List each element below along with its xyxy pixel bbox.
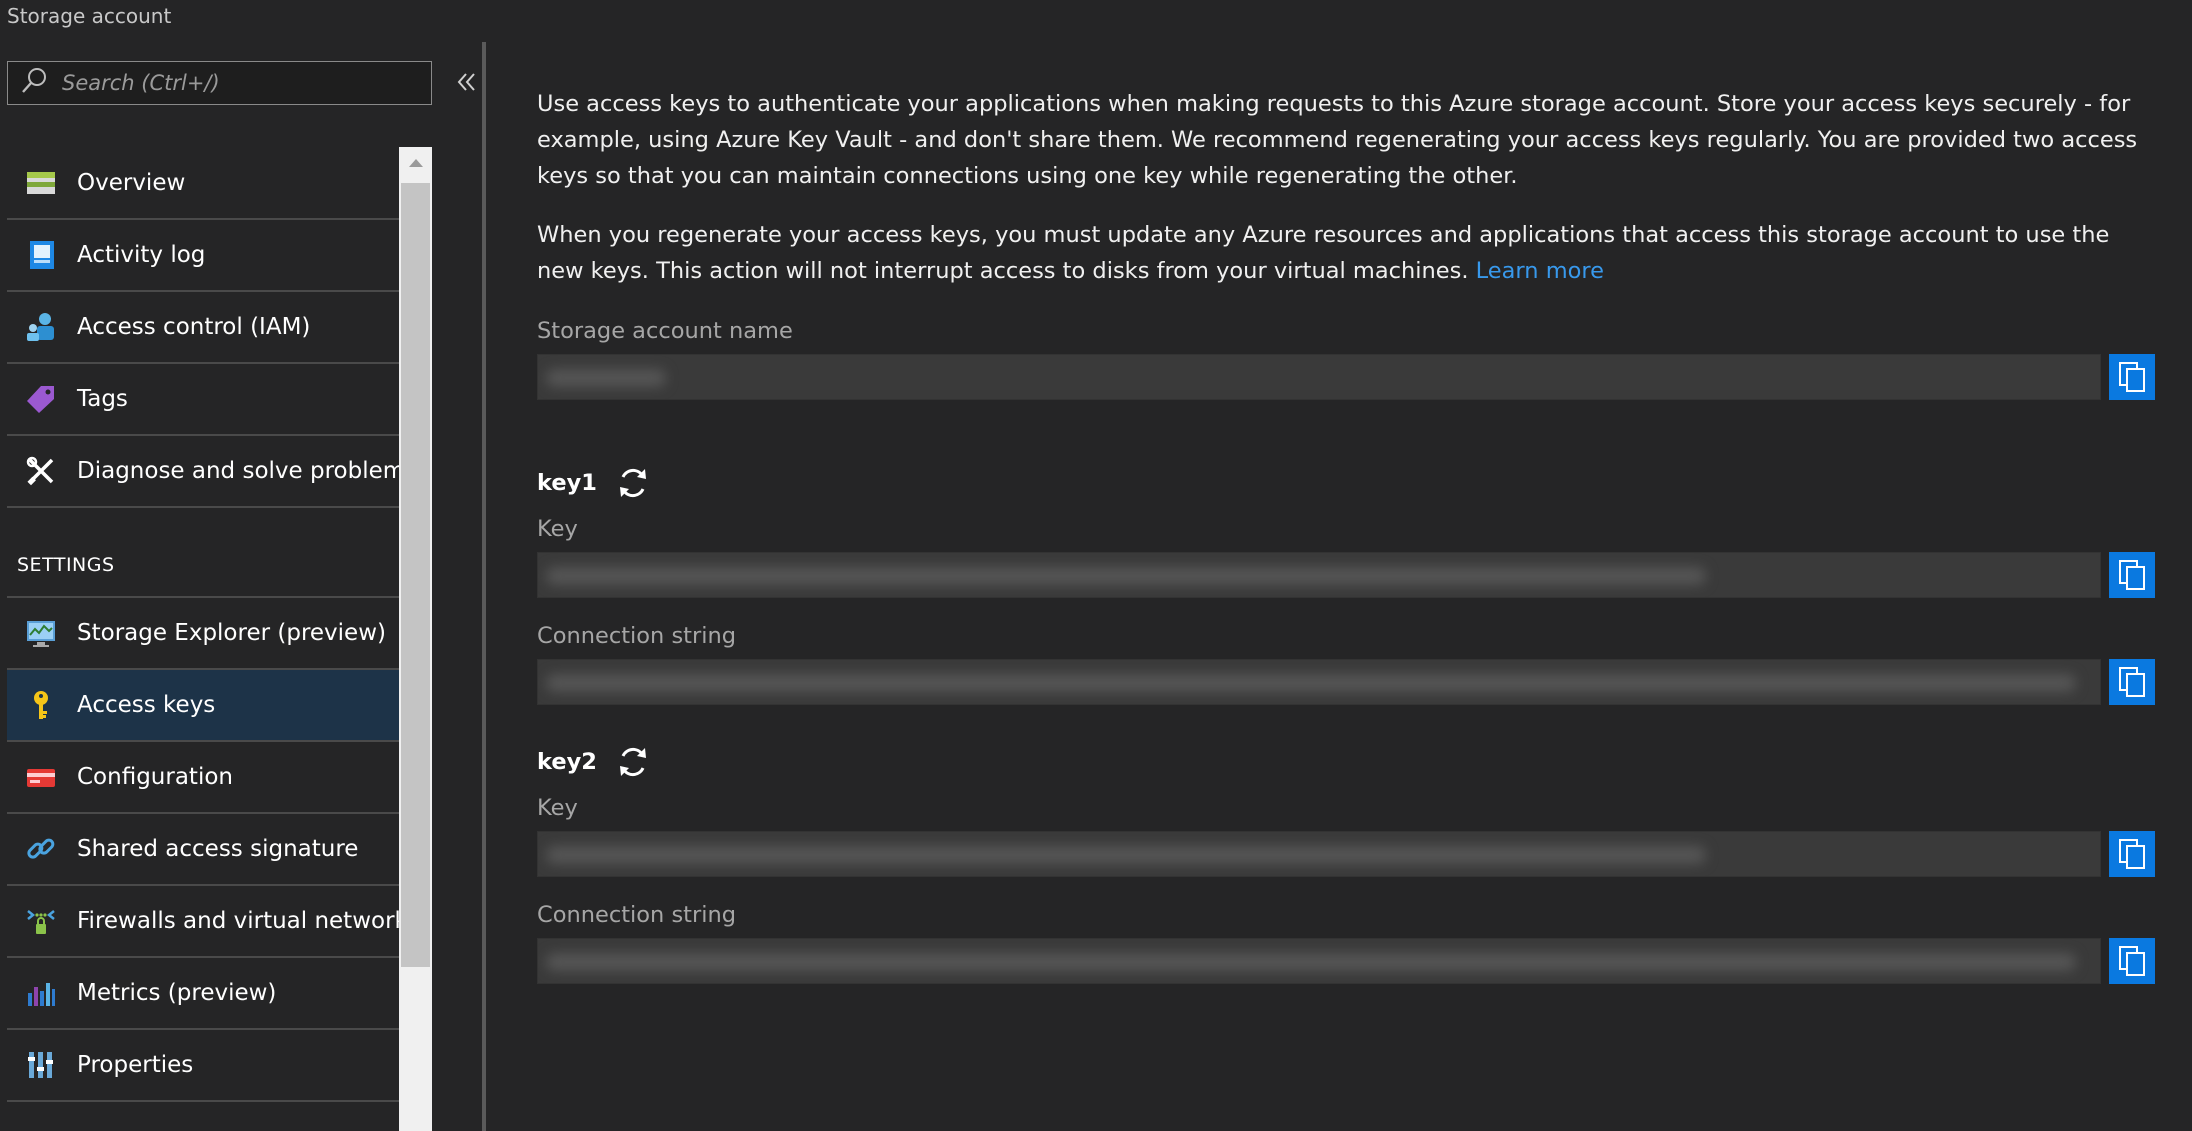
copy-icon [2119,946,2145,976]
firewall-icon [25,905,57,937]
key1-key-field[interactable] [537,552,2101,598]
menu-item-configuration[interactable]: Configuration [7,742,399,814]
resource-type-subtitle: Storage account [7,4,172,28]
key-icon [25,689,57,721]
copy-key2-button[interactable] [2109,831,2155,877]
tag-icon [25,383,57,415]
copy-key1-connection-button[interactable] [2109,659,2155,705]
menu-item-label: Storage Explorer (preview) [77,620,386,646]
redacted-value [546,953,2076,971]
iam-icon [25,311,57,343]
menu-item-label: Access control (IAM) [77,314,311,340]
storage-account-name-row [537,354,2155,400]
menu-item-label: Diagnose and solve problems [77,458,418,484]
key1-key-label: Key [537,516,578,542]
copy-icon [2119,667,2145,697]
storage-explorer-icon [25,617,57,649]
menu-item-access-control[interactable]: Access control (IAM) [7,292,399,364]
regenerate-key1-icon[interactable] [615,465,651,501]
copy-account-name-button[interactable] [2109,354,2155,400]
menu-item-label: Shared access signature [77,836,359,862]
menu-item-label: Overview [77,170,186,196]
menu-item-label: Firewalls and virtual networks [77,908,420,934]
copy-icon [2119,362,2145,392]
menu-item-properties[interactable]: Properties [7,1030,399,1102]
menu-item-label: Metrics (preview) [77,980,277,1006]
menu-item-label: Access keys [77,692,216,718]
copy-icon [2119,839,2145,869]
scroll-up-arrow-icon[interactable] [399,147,432,179]
regenerate-key2-icon[interactable] [615,744,651,780]
configuration-icon [25,761,57,793]
link-icon [25,833,57,865]
menu-item-diagnose[interactable]: Diagnose and solve problems [7,436,417,508]
menu-item-overview[interactable]: Overview [7,148,399,220]
search-input[interactable] [62,71,422,95]
redacted-value [546,846,1706,864]
key1-connection-field[interactable] [537,659,2101,705]
storage-account-name-field[interactable] [537,354,2101,400]
double-chevron-left-icon [457,73,475,91]
access-keys-content: Use access keys to authenticate your app… [537,86,2155,984]
collapse-menu-button[interactable] [452,66,482,98]
menu-item-tags[interactable]: Tags [7,364,399,436]
copy-key1-button[interactable] [2109,552,2155,598]
settings-section-heading: SETTINGS [7,508,399,598]
menu-item-label: Activity log [77,242,206,268]
key2-header: key2 [537,741,2155,783]
intro-text: Use access keys to authenticate your app… [537,91,2138,189]
storage-account-name-label: Storage account name [537,318,793,344]
menu-item-label: Tags [77,386,128,412]
scrollbar-thumb[interactable] [401,183,430,967]
regenerate-note: When you regenerate your access keys, yo… [537,217,2155,289]
menu-scrollbar[interactable] [399,147,432,1131]
overview-icon [25,167,57,199]
redacted-value [546,674,2076,692]
menu-item-activity-log[interactable]: Activity log [7,220,399,292]
search-box[interactable] [7,61,432,105]
key1-header: key1 [537,462,2155,504]
blade-divider [482,42,486,1131]
key2-title: key2 [537,749,597,775]
menu-item-metrics[interactable]: Metrics (preview) [7,958,399,1030]
activity-log-icon [25,239,57,271]
search-icon [18,65,50,101]
key2-connection-field[interactable] [537,938,2101,984]
menu-item-shared-access-signature[interactable]: Shared access signature [7,814,399,886]
key2-key-row [537,831,2155,877]
resource-menu: Overview Activity log Access control (IA… [7,148,420,1102]
key2-connection-row [537,938,2155,984]
menu-item-access-keys[interactable]: Access keys [7,670,399,742]
metrics-icon [25,977,57,1009]
wrench-icon [25,455,57,487]
key1-title: key1 [537,470,597,496]
key2-key-field[interactable] [537,831,2101,877]
redacted-value [546,369,666,387]
menu-item-firewalls[interactable]: Firewalls and virtual networks [7,886,420,958]
key1-connection-label: Connection string [537,623,737,649]
copy-key2-connection-button[interactable] [2109,938,2155,984]
menu-item-storage-explorer[interactable]: Storage Explorer (preview) [7,598,399,670]
copy-icon [2119,560,2145,590]
key2-connection-label: Connection string [537,902,737,928]
key1-key-row [537,552,2155,598]
key1-connection-row [537,659,2155,705]
learn-more-link[interactable]: Learn more [1476,258,1604,284]
redacted-value [546,567,1706,585]
menu-item-label: Properties [77,1052,194,1078]
regenerate-note-text: When you regenerate your access keys, yo… [537,222,2110,284]
properties-icon [25,1049,57,1081]
key2-key-label: Key [537,795,578,821]
menu-item-label: Configuration [77,764,233,790]
